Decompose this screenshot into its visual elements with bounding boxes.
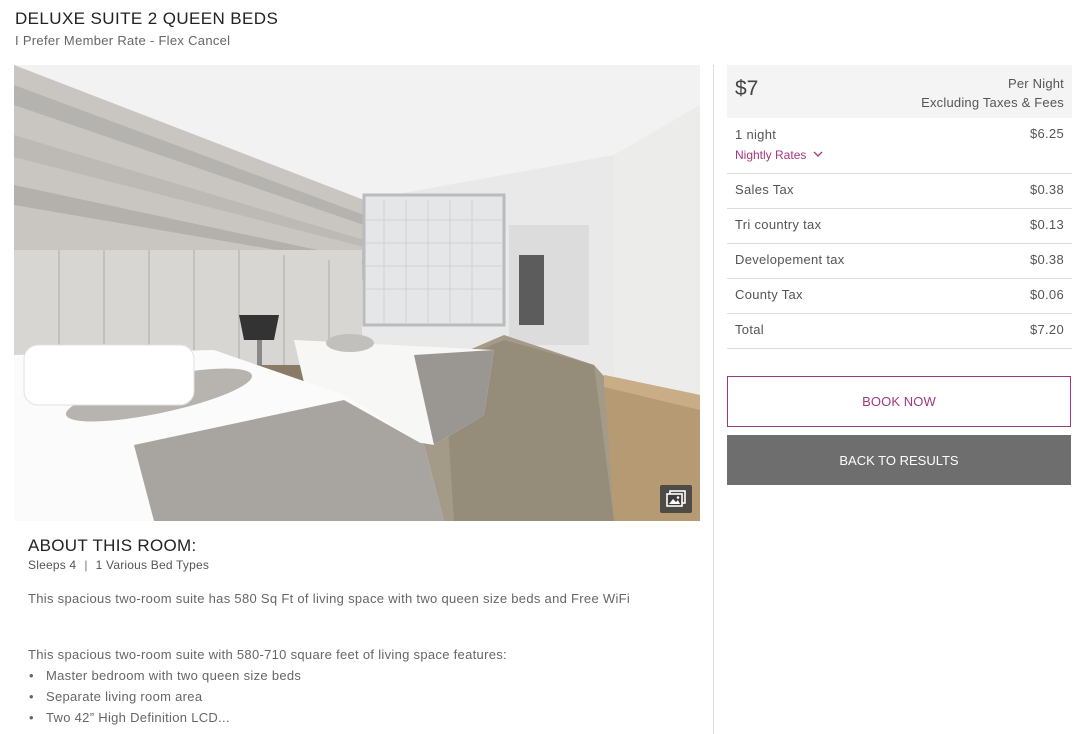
fee-amount: $0.38: [1029, 182, 1064, 197]
fee-label: County Tax: [735, 287, 803, 302]
room-capacity: Sleeps 4 | 1 Various Bed Types: [28, 558, 209, 572]
price-row: Developement tax $0.38: [727, 244, 1072, 279]
feature-item: Two 42” High Definition LCD...: [28, 707, 678, 728]
nightly-rates-toggle[interactable]: Nightly Rates: [735, 148, 823, 162]
per-night-label: Per Night: [1008, 76, 1064, 91]
gallery-icon: [666, 490, 686, 507]
headline-price: $7: [735, 77, 759, 100]
total-label: Total: [735, 322, 764, 337]
price-row: Sales Tax $0.38: [727, 174, 1072, 209]
chevron-down-icon: [813, 151, 823, 157]
room-photo[interactable]: [14, 65, 700, 521]
price-summary: $7 Per Night Excluding Taxes & Fees: [727, 65, 1072, 118]
price-row-nights: 1 night $6.25 Nightly Rates: [727, 118, 1072, 174]
price-basis: Per Night Excluding Taxes & Fees: [921, 74, 1064, 112]
fee-label: Tri country tax: [735, 217, 822, 232]
price-row: County Tax $0.06: [727, 279, 1072, 314]
room-features: This spacious two-room suite with 580-71…: [28, 644, 678, 728]
room-title: DELUXE SUITE 2 QUEEN BEDS: [15, 9, 279, 28]
fee-amount: $0.38: [1029, 252, 1064, 267]
nightly-rates-label: Nightly Rates: [735, 148, 807, 162]
book-now-button[interactable]: BOOK NOW: [727, 376, 1071, 427]
nights-label: 1 night: [735, 127, 777, 142]
price-row-total: Total $7.20: [727, 314, 1072, 349]
price-row: Tri country tax $0.13: [727, 209, 1072, 244]
feature-item: Separate living room area: [28, 686, 678, 707]
fee-label: Sales Tax: [735, 182, 794, 197]
sleeps-text: Sleeps 4: [28, 558, 77, 572]
features-list: Master bedroom with two queen size beds …: [28, 665, 678, 728]
gallery-button[interactable]: [660, 485, 692, 513]
about-heading: ABOUT THIS ROOM:: [28, 536, 197, 555]
meta-separator: |: [84, 558, 88, 572]
fee-amount: $0.13: [1029, 217, 1064, 232]
rate-name: I Prefer Member Rate - Flex Cancel: [15, 33, 231, 48]
bed-types-text: 1 Various Bed Types: [95, 558, 210, 572]
room-detail-page: DELUXE SUITE 2 QUEEN BEDS I Prefer Membe…: [0, 0, 1080, 734]
nights-amount: $6.25: [1029, 126, 1064, 141]
features-intro: This spacious two-room suite with 580-71…: [28, 647, 507, 662]
room-description: This spacious two-room suite has 580 Sq …: [28, 591, 631, 606]
feature-item: Master bedroom with two queen size beds: [28, 665, 678, 686]
column-divider: [713, 65, 714, 734]
fee-amount: $0.06: [1029, 287, 1064, 302]
price-breakdown: 1 night $6.25 Nightly Rates Sales Tax $0…: [727, 118, 1072, 349]
excluding-taxes-label: Excluding Taxes & Fees: [921, 95, 1064, 110]
room-photo-illustration: [14, 65, 700, 521]
fee-label: Developement tax: [735, 252, 845, 267]
back-to-results-button[interactable]: BACK TO RESULTS: [727, 435, 1071, 485]
total-amount: $7.20: [1029, 322, 1064, 337]
